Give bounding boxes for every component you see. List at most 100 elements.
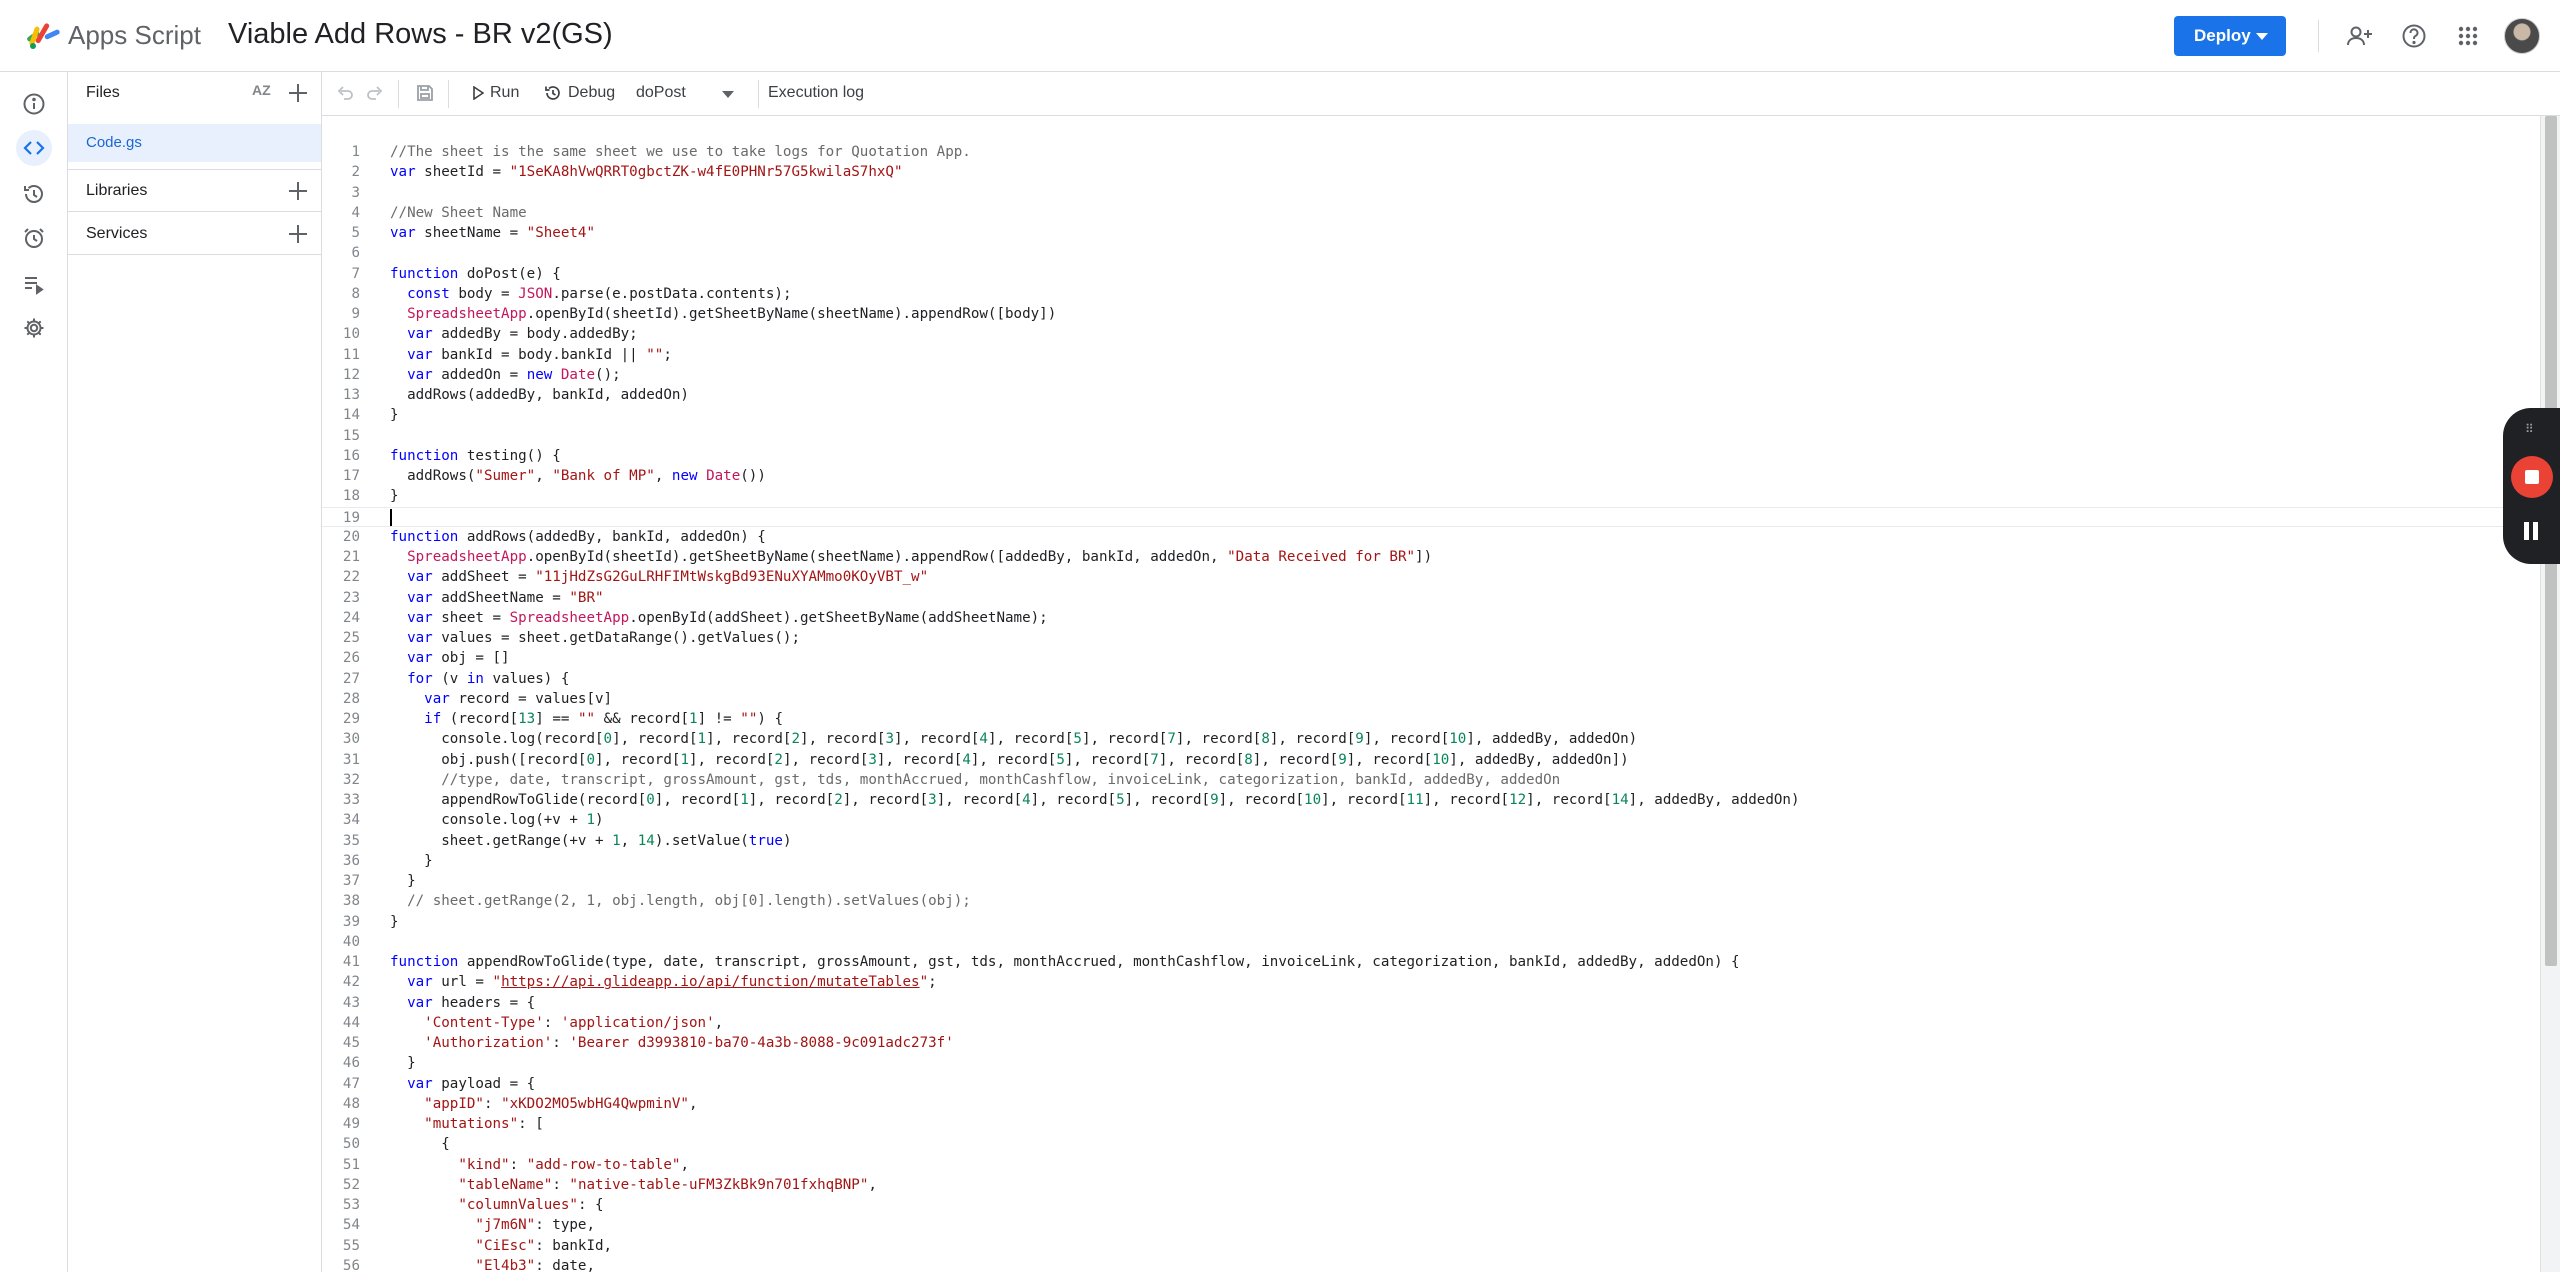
undo-icon[interactable] (336, 84, 354, 102)
line-number: 1 (351, 144, 360, 160)
code-line[interactable]: 32 //type, date, transcript, grossAmount… (322, 770, 2540, 790)
code-text: // sheet.getRange(2, 1, obj.length, obj[… (407, 893, 971, 910)
code-line[interactable]: 52 "tableName": "native-table-uFM3ZkBk9n… (322, 1175, 2540, 1195)
code-line[interactable]: 7 function doPost(e) { (322, 264, 2540, 284)
code-line[interactable]: 55 "CiEsc": bankId, (322, 1236, 2540, 1256)
project-history-icon[interactable] (16, 176, 52, 212)
pause-icon[interactable] (2523, 522, 2539, 540)
code-line[interactable]: 9 SpreadsheetApp.openById(sheetId).getSh… (322, 304, 2540, 324)
code-line[interactable]: 40 (322, 932, 2540, 952)
code-line[interactable]: 14} (322, 405, 2540, 425)
code-line[interactable]: 1 //The sheet is the same sheet we use to… (322, 142, 2540, 162)
debug-button[interactable]: Debug (544, 84, 615, 102)
code-line[interactable]: 15 (322, 426, 2540, 446)
code-lines[interactable]: 1 //The sheet is the same sheet we use to… (322, 142, 2540, 1272)
code-line[interactable]: 24 var sheet = SpreadsheetApp.openById(a… (322, 608, 2540, 628)
code-line[interactable]: 19 (322, 506, 2540, 527)
code-line[interactable]: 31 obj.push([record[0], record[1], recor… (322, 750, 2540, 770)
function-select[interactable]: doPost (636, 84, 686, 102)
stop-execution-button[interactable] (2511, 456, 2553, 498)
code-line[interactable]: 27 for (v in values) { (322, 669, 2540, 689)
code-line[interactable]: 36 } (322, 851, 2540, 871)
code-line[interactable]: 23 var addSheetName = "BR" (322, 588, 2540, 608)
overview-info-icon[interactable] (16, 86, 52, 122)
function-dropdown-chevron-down-icon[interactable] (722, 91, 734, 99)
editor-code-icon[interactable] (16, 130, 52, 166)
execution-log-label: Execution log (768, 84, 865, 101)
code-line[interactable]: 50 { (322, 1134, 2540, 1154)
code-line[interactable]: 18} (322, 486, 2540, 506)
add-library-plus-icon[interactable] (287, 180, 309, 202)
code-line[interactable]: 43 var headers = { (322, 993, 2540, 1013)
executions-list-icon[interactable] (16, 266, 52, 302)
code-line[interactable]: 5 var sheetName = "Sheet4" (322, 223, 2540, 243)
libraries-section[interactable]: Libraries (68, 170, 321, 212)
code-line[interactable]: 51 "kind": "add-row-to-table", (322, 1155, 2540, 1175)
code-line[interactable]: 20 function addRows(addedBy, bankId, adde… (322, 527, 2540, 547)
code-line[interactable]: 44 'Content-Type': 'application/json', (322, 1013, 2540, 1033)
add-file-plus-icon[interactable] (287, 82, 309, 104)
save-icon[interactable] (416, 84, 434, 102)
code-line[interactable]: 12 var addedOn = new Date(); (322, 365, 2540, 385)
drag-handle-icon[interactable]: ⠿ (2525, 422, 2535, 436)
code-text: var obj = [] (407, 650, 510, 667)
code-line[interactable]: 30 console.log(record[0], record[1], rec… (322, 729, 2540, 749)
code-line[interactable]: 28 var record = values[v] (322, 689, 2540, 709)
editor-scrollbar[interactable] (2540, 116, 2560, 1272)
line-number: 46 (342, 1055, 360, 1072)
add-service-plus-icon[interactable] (287, 223, 309, 245)
code-line[interactable]: 47 var payload = { (322, 1074, 2540, 1094)
code-line[interactable]: 41 function appendRowToGlide(type, date, … (322, 952, 2540, 972)
code-line[interactable]: 3 (322, 183, 2540, 203)
deploy-button[interactable]: Deploy (2174, 16, 2286, 56)
line-number: 11 (342, 346, 360, 363)
code-line[interactable]: 34 console.log(+v + 1) (322, 810, 2540, 830)
code-line[interactable]: 16 function testing() { (322, 446, 2540, 466)
line-number: 49 (342, 1116, 360, 1132)
code-line[interactable]: 37 } (322, 871, 2540, 891)
run-button[interactable]: Run (472, 84, 519, 102)
code-line[interactable]: 8 const body = JSON.parse(e.postData.con… (322, 284, 2540, 304)
code-line[interactable]: 17 addRows("Sumer", "Bank of MP", new Da… (322, 466, 2540, 486)
apps-script-logo-icon[interactable] (24, 18, 62, 54)
code-line[interactable]: 6 (322, 243, 2540, 263)
code-line[interactable]: 11 var bankId = body.bankId || ""; (322, 345, 2540, 365)
code-line[interactable]: 42 var url = "https://api.glideapp.io/ap… (322, 972, 2540, 992)
chevron-down-icon (2256, 33, 2268, 40)
code-line[interactable]: 53 "columnValues": { (322, 1195, 2540, 1215)
share-add-person-icon[interactable] (2344, 20, 2376, 52)
account-avatar[interactable] (2504, 18, 2540, 54)
redo-icon[interactable] (366, 84, 384, 102)
code-line[interactable]: 2 var sheetId = "1SeKA8hVwQRRT0gbctZK-w4f… (322, 162, 2540, 182)
sort-az-icon[interactable]: AZ (252, 82, 271, 98)
code-editor[interactable]: 1 //The sheet is the same sheet we use to… (322, 116, 2540, 1272)
code-text: var bankId = body.bankId || ""; (407, 346, 672, 363)
line-number: 36 (342, 852, 360, 869)
code-line[interactable]: 29 if (record[13] == "" && record[1] != … (322, 709, 2540, 729)
code-line[interactable]: 38 // sheet.getRange(2, 1, obj.length, o… (322, 891, 2540, 911)
code-line[interactable]: 46 } (322, 1053, 2540, 1073)
code-line[interactable]: 21 SpreadsheetApp.openById(sheetId).getS… (322, 547, 2540, 567)
code-line[interactable]: 33 appendRowToGlide(record[0], record[1]… (322, 790, 2540, 810)
code-line[interactable]: 39} (322, 912, 2540, 932)
code-line[interactable]: 56 "El4b3": date, (322, 1256, 2540, 1272)
code-line[interactable]: 26 var obj = [] (322, 648, 2540, 668)
code-line[interactable]: 4 //New Sheet Name (322, 203, 2540, 223)
code-line[interactable]: 25 var values = sheet.getDataRange().get… (322, 628, 2540, 648)
code-line[interactable]: 35 sheet.getRange(+v + 1, 14).setValue(t… (322, 831, 2540, 851)
apps-grid-icon[interactable] (2452, 20, 2484, 52)
code-line[interactable]: 13 addRows(addedBy, bankId, addedOn) (322, 385, 2540, 405)
triggers-alarm-icon[interactable] (16, 220, 52, 256)
project-title[interactable]: Viable Add Rows - BR v2(GS) (228, 18, 613, 51)
services-section[interactable]: Services (68, 213, 321, 255)
code-line[interactable]: 54 "j7m6N": type, (322, 1215, 2540, 1235)
code-line[interactable]: 10 var addedBy = body.addedBy; (322, 324, 2540, 344)
code-line[interactable]: 49 "mutations": [ (322, 1114, 2540, 1134)
code-line[interactable]: 48 "appID": "xKDO2MO5wbHG4QwpminV", (322, 1094, 2540, 1114)
code-line[interactable]: 45 'Authorization': 'Bearer d3993810-ba7… (322, 1033, 2540, 1053)
file-item-code-gs[interactable]: Code.gs (68, 124, 321, 162)
help-icon[interactable] (2398, 20, 2430, 52)
execution-log-button[interactable]: Execution log (768, 84, 864, 102)
code-line[interactable]: 22 var addSheet = "11jHdZsG2GuLRHFIMtWsk… (322, 567, 2540, 587)
settings-gear-icon[interactable] (16, 310, 52, 346)
